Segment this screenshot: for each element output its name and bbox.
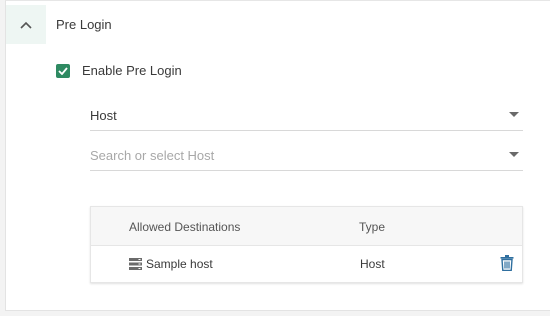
host-select[interactable]: Search or select Host [90, 141, 523, 171]
trash-icon [500, 255, 514, 271]
bottom-strip [0, 311, 550, 316]
checkmark-icon [58, 67, 68, 75]
table-row: Sample host Host [91, 246, 522, 282]
enable-pre-login-row: Enable Pre Login [56, 63, 182, 79]
section-title: Pre Login [56, 17, 112, 32]
collapse-toggle-button[interactable] [6, 5, 46, 44]
enable-pre-login-label: Enable Pre Login [82, 63, 182, 78]
enable-pre-login-checkbox[interactable] [56, 64, 70, 78]
column-header-type: Type [359, 220, 386, 234]
type-select[interactable]: Host [90, 101, 523, 131]
destination-type: Host [360, 257, 385, 271]
pre-login-panel: Pre Login Enable Pre Login Host Search o… [5, 0, 550, 311]
chevron-up-icon [20, 21, 32, 29]
dropdown-caret-icon [509, 112, 519, 117]
server-icon [129, 258, 142, 270]
delete-destination-button[interactable] [499, 254, 515, 272]
type-select-value: Host [90, 108, 117, 123]
column-header-allowed-destinations: Allowed Destinations [129, 220, 241, 234]
allowed-destinations-table: Allowed Destinations Type Sample host Ho… [90, 206, 523, 283]
destination-name: Sample host [146, 257, 213, 271]
page: Pre Login Enable Pre Login Host Search o… [0, 0, 550, 316]
dropdown-caret-icon [509, 152, 519, 157]
host-select-placeholder: Search or select Host [90, 148, 215, 163]
table-header: Allowed Destinations Type [91, 207, 522, 246]
